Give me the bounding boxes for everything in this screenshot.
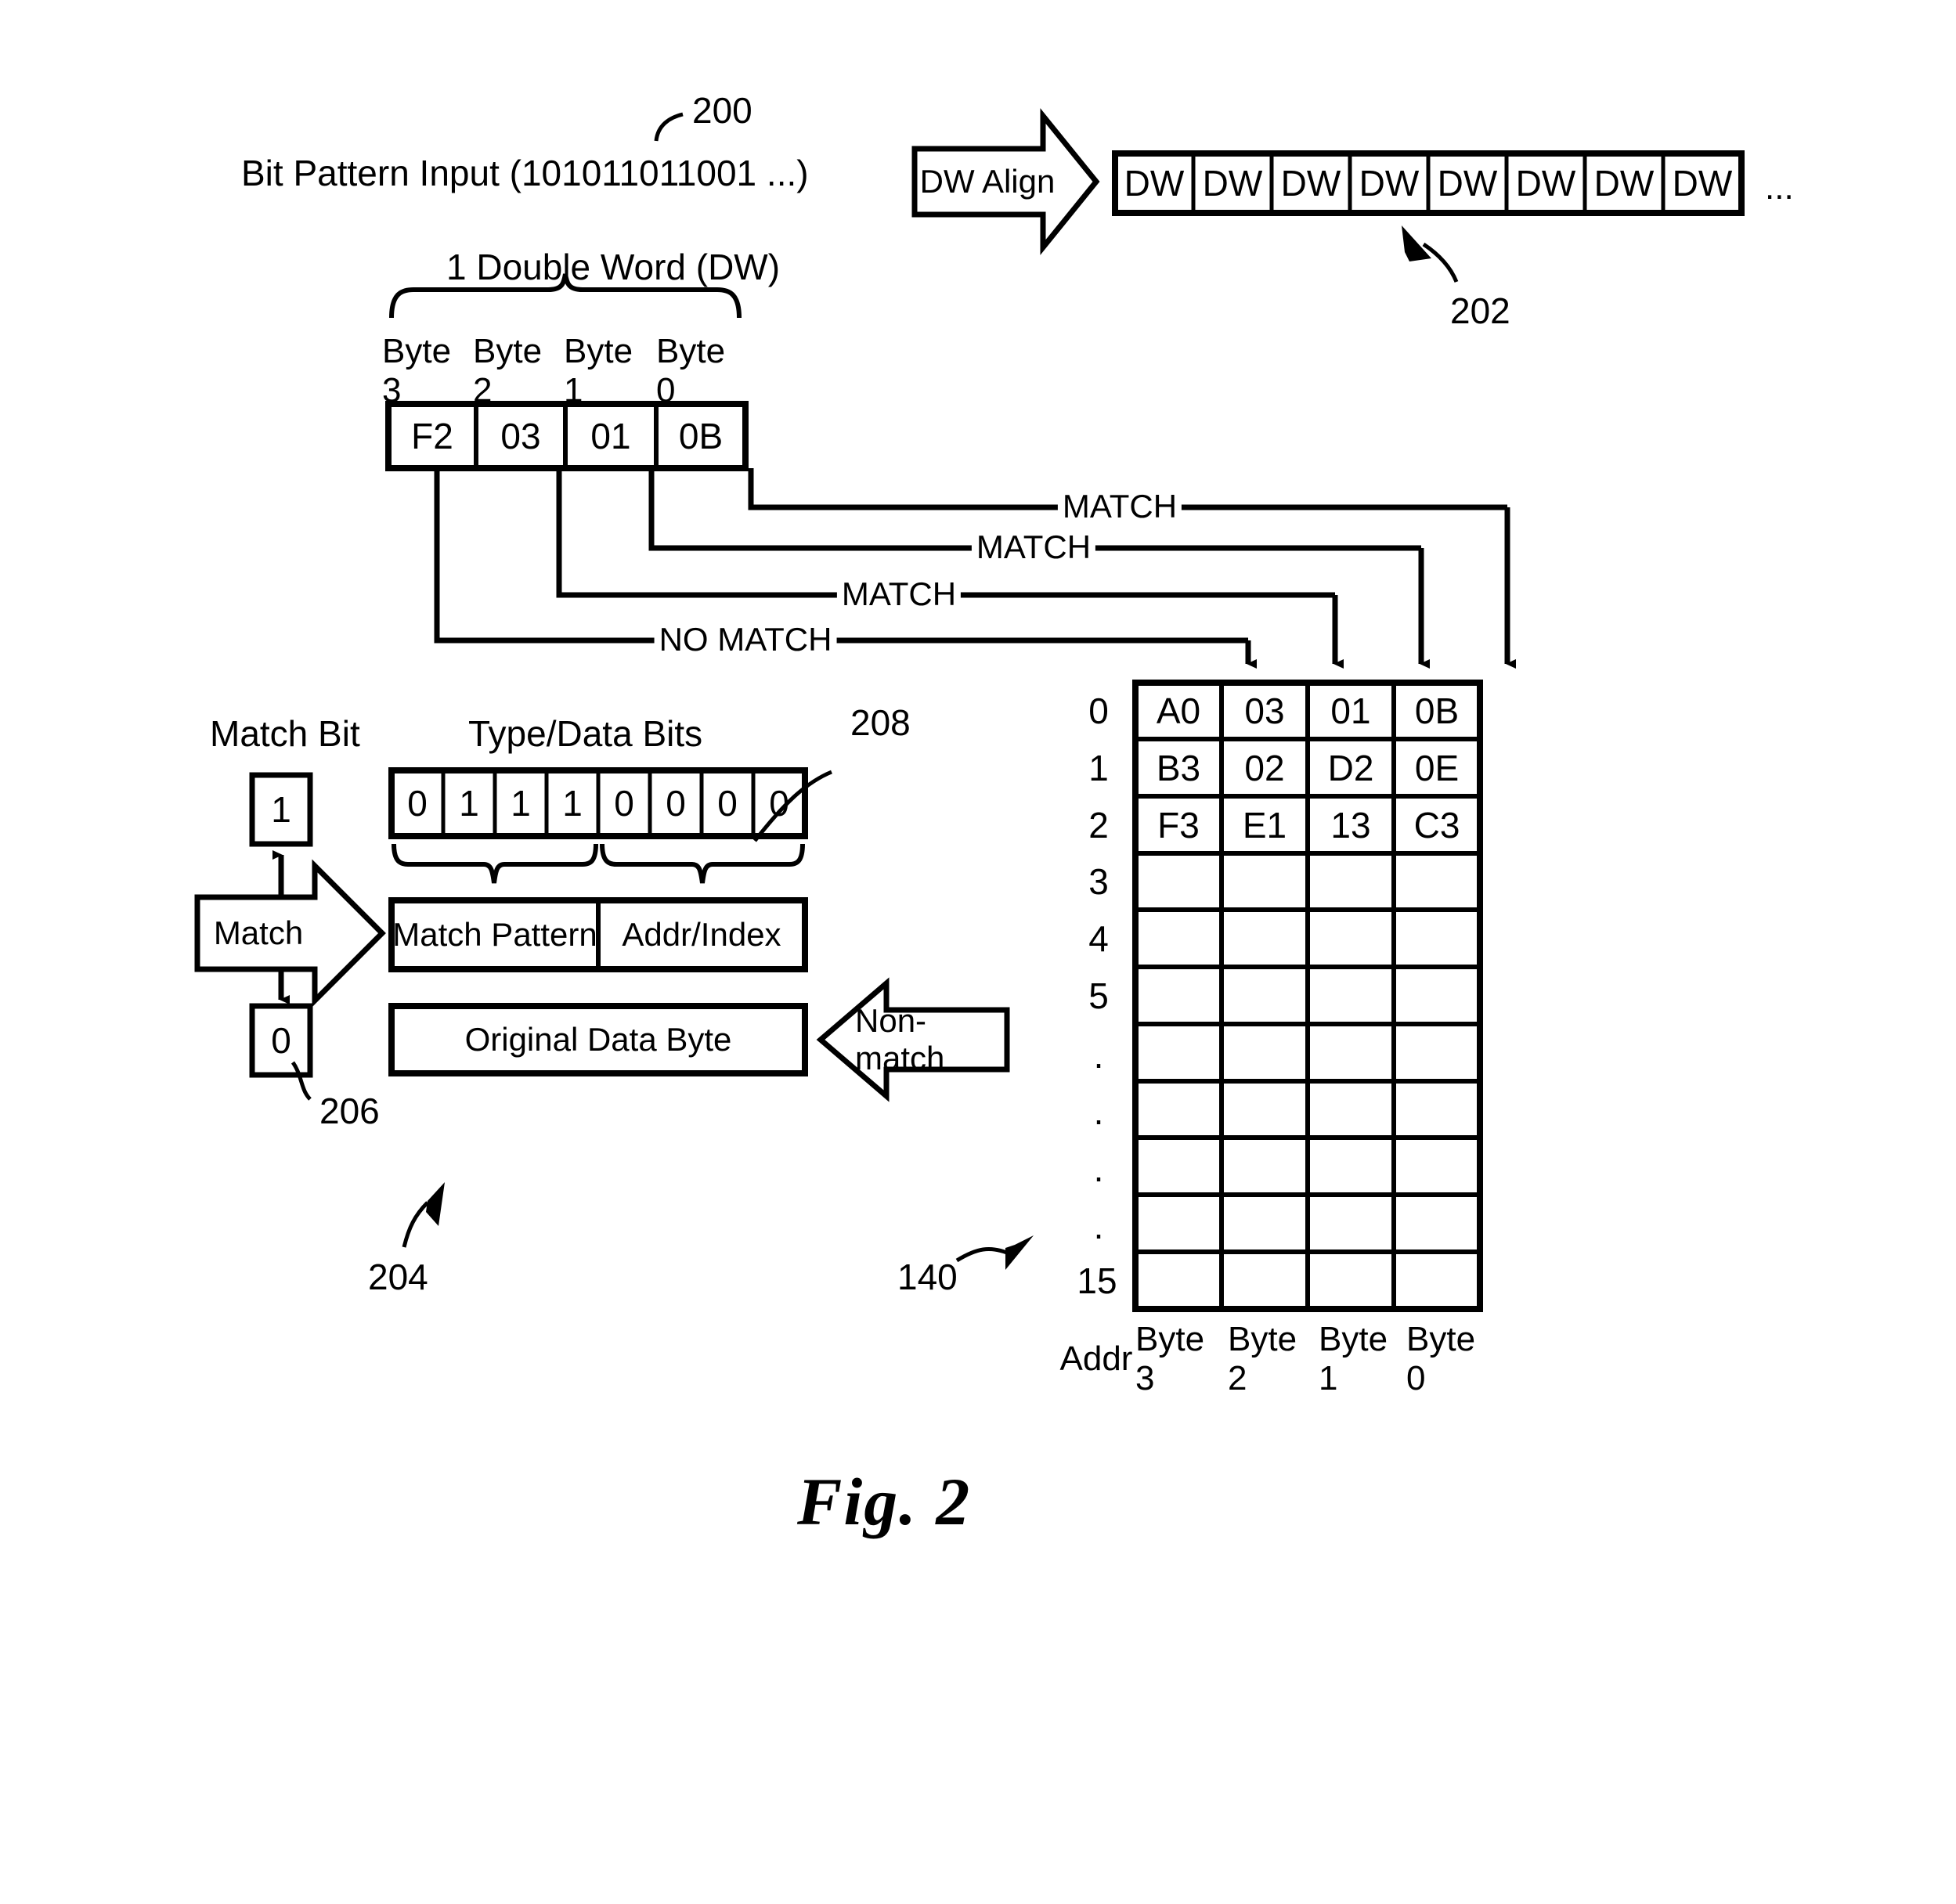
type-data-bit: 0 <box>666 783 686 824</box>
table-cell: E1 <box>1242 804 1287 846</box>
match-bit-value-one: 1 <box>271 789 291 830</box>
type-data-bit: 1 <box>562 783 583 824</box>
table-row-label: 15 <box>1077 1260 1117 1301</box>
type-data-bit: 0 <box>614 783 634 824</box>
dw-cell: DW <box>1359 163 1420 204</box>
table-footer-byte2: Byte 2 <box>1228 1320 1297 1397</box>
table-row-label: . <box>1093 1091 1104 1132</box>
match-bit-title: Match Bit <box>210 713 360 754</box>
table-row-label: . <box>1093 1206 1104 1246</box>
dw-cell: DW <box>1280 163 1341 204</box>
type-data-bit: 0 <box>407 783 428 824</box>
table-footer-byte0: Byte 0 <box>1406 1320 1476 1397</box>
type-data-bit: 0 <box>717 783 738 824</box>
table-row-label: 1 <box>1088 747 1109 788</box>
type-data-bit: 1 <box>459 783 479 824</box>
byte-value-0: 0B <box>678 416 724 456</box>
table-cell: A0 <box>1156 691 1201 731</box>
match-line-label-byte0: MATCH <box>1057 490 1182 523</box>
table-cell: 13 <box>1330 804 1371 846</box>
table-cell: 0E <box>1414 747 1460 788</box>
non-match-arrow-label: Non-match <box>855 1002 945 1076</box>
byte-value-1: 01 <box>590 416 631 456</box>
original-data-byte-label: Original Data Byte <box>464 1021 732 1058</box>
table-row-label: . <box>1093 1035 1104 1076</box>
match-line-label-byte1: MATCH <box>971 531 1096 564</box>
dw-cell: DW <box>1515 163 1576 204</box>
dw-cell: DW <box>1124 163 1185 204</box>
match-line-label-byte3: NO MATCH <box>654 623 837 656</box>
double-word-brace-label: 1 Double Word (DW) <box>446 247 781 287</box>
table-cell: 01 <box>1330 691 1371 731</box>
figure-canvas: 200 Bit Pattern Input (101011011001 ...)… <box>0 0 1956 1904</box>
table-cell: F3 <box>1157 804 1200 846</box>
table-cell: B3 <box>1156 747 1201 788</box>
table-row-label: 4 <box>1088 918 1109 959</box>
table-row-label: 0 <box>1088 691 1109 731</box>
reference-numeral-206: 206 <box>319 1091 380 1131</box>
dw-cell: DW <box>1593 163 1655 204</box>
bit-pattern-input-label: Bit Pattern Input (101011011001 ...) <box>241 153 809 193</box>
byte-header-2: Byte 2 <box>473 332 543 409</box>
table-cell: 03 <box>1244 691 1285 731</box>
byte-value-2: 03 <box>500 416 541 456</box>
table-cell: 02 <box>1244 747 1285 788</box>
type-data-bit: 1 <box>511 783 531 824</box>
table-row-label: 3 <box>1088 861 1109 902</box>
reference-numeral-200: 200 <box>692 90 752 131</box>
match-arrow-label: Match <box>213 914 304 951</box>
byte-header-1: Byte 1 <box>564 332 633 409</box>
addr-index-label: Addr/Index <box>622 916 781 953</box>
type-data-bits-title: Type/Data Bits <box>468 713 703 754</box>
table-cell: D2 <box>1327 747 1374 788</box>
reference-numeral-140: 140 <box>897 1257 958 1297</box>
dw-strip-ellipsis: ... <box>1765 168 1794 207</box>
reference-numeral-208: 208 <box>850 702 911 743</box>
table-footer-byte3: Byte 3 <box>1135 1320 1205 1397</box>
table-footer-byte1: Byte 1 <box>1319 1320 1388 1397</box>
byte-header-3: Byte 3 <box>382 332 452 409</box>
table-footer-addr: Addr <box>1059 1340 1133 1378</box>
dw-cell: DW <box>1202 163 1263 204</box>
dw-cell: DW <box>1672 163 1733 204</box>
match-pattern-label: Match Pattern <box>392 916 597 953</box>
byte-value-3: F2 <box>411 416 453 456</box>
match-line-label-byte2: MATCH <box>836 578 962 611</box>
match-bit-value-zero: 0 <box>271 1020 291 1061</box>
table-row-label: 2 <box>1088 804 1109 846</box>
table-cell: 0B <box>1414 691 1460 731</box>
reference-numeral-202: 202 <box>1450 290 1510 331</box>
table-row-label: . <box>1093 1149 1104 1189</box>
byte-header-0: Byte 0 <box>656 332 726 409</box>
table-row-label: 5 <box>1088 975 1109 1016</box>
reference-numeral-204: 204 <box>368 1257 428 1297</box>
dw-cell: DW <box>1437 163 1498 204</box>
type-data-bit: 0 <box>769 783 789 824</box>
dw-align-arrow-label: DW Align <box>919 163 1056 200</box>
table-cell: C3 <box>1413 804 1460 846</box>
figure-caption: Fig. 2 <box>797 1464 972 1539</box>
